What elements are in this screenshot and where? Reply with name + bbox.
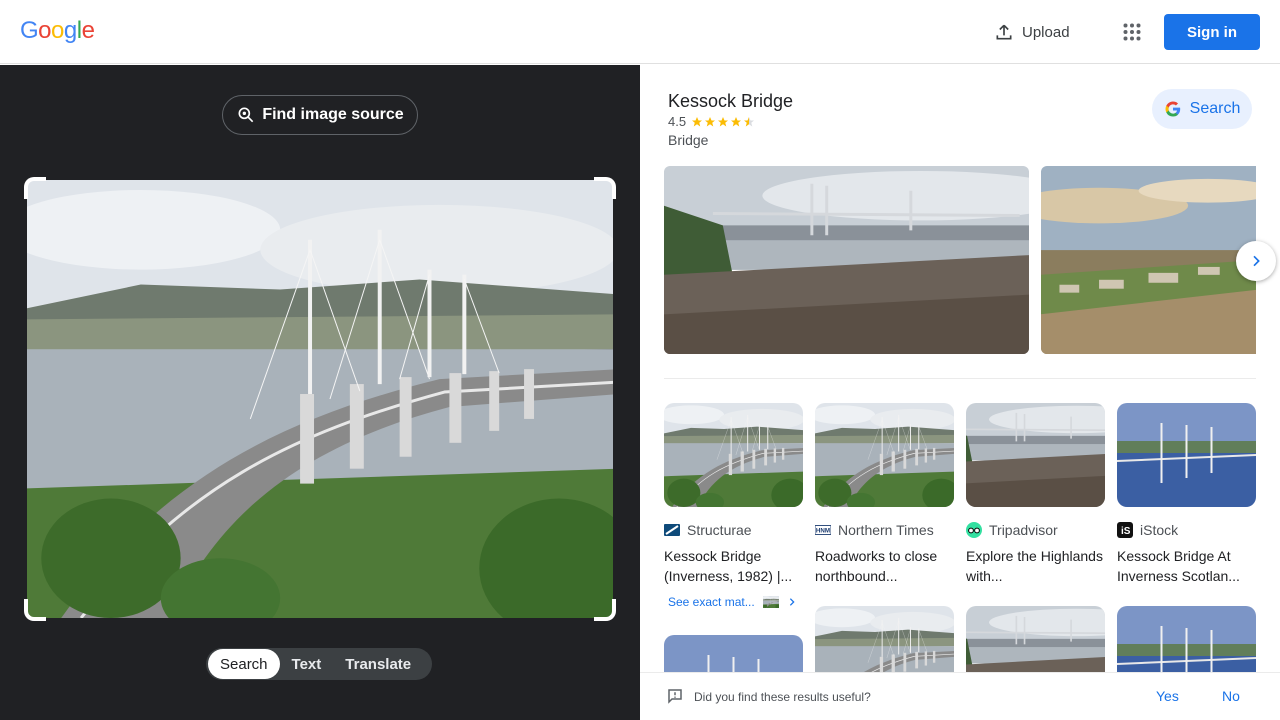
star-icon: [705, 116, 716, 126]
northern-times-icon: HNM: [815, 522, 831, 538]
logo-letter: e: [81, 17, 95, 44]
sign-in-button[interactable]: Sign in: [1164, 14, 1260, 50]
result-source-name: Tripadvisor: [989, 522, 1058, 538]
result-thumbnail[interactable]: [1117, 606, 1256, 672]
visual-match-result[interactable]: Tripadvisor Explore the Highlands with..…: [966, 403, 1105, 586]
result-title: Kessock Bridge At Inverness Scotlan...: [1117, 548, 1240, 584]
crop-handle-bottom-left[interactable]: [24, 599, 46, 621]
logo-letter: o: [51, 17, 64, 44]
section-divider: [664, 378, 1256, 379]
find-image-source-label: Find image source: [262, 106, 404, 123]
istock-icon: iS: [1117, 522, 1133, 538]
find-image-source-button[interactable]: Find image source: [222, 95, 418, 135]
logo-letter: g: [63, 17, 77, 44]
result-source-name: Northern Times: [838, 522, 934, 538]
result-source: Structurae: [664, 522, 803, 538]
structurae-icon: [664, 522, 680, 538]
google-apps-button[interactable]: [1112, 12, 1152, 52]
google-g-icon: [1165, 101, 1180, 117]
result-thumbnail[interactable]: [966, 606, 1105, 672]
entity-rating: 4.5: [668, 114, 755, 129]
tripadvisor-icon: [966, 522, 982, 538]
rating-value: 4.5: [668, 114, 687, 129]
lens-search-icon: [238, 107, 254, 123]
result-source: HNM Northern Times: [815, 522, 954, 538]
result-title: Roadworks to close northbound...: [815, 548, 938, 584]
visual-match-result[interactable]: Structurae Kessock Bridge (Inverness, 19…: [664, 403, 803, 586]
entity-title[interactable]: Kessock Bridge: [668, 91, 793, 112]
entity-search-button[interactable]: Search: [1152, 89, 1252, 129]
chevron-right-icon: [789, 598, 795, 606]
tab-search[interactable]: Search: [208, 649, 280, 679]
feedback-icon: [668, 689, 682, 704]
tab-translate[interactable]: Translate: [333, 649, 423, 679]
next-images-button[interactable]: [1236, 241, 1276, 281]
svg-text:iS: iS: [1121, 526, 1131, 537]
google-logo[interactable]: Google: [20, 17, 95, 45]
result-title: Explore the Highlands with...: [966, 548, 1103, 584]
crop-handle-bottom-right[interactable]: [594, 599, 616, 621]
results-pane: Kessock Bridge 4.5 Bridge Search Structu…: [640, 65, 1280, 720]
result-source: Tripadvisor: [966, 522, 1105, 538]
crop-handle-top-right[interactable]: [594, 177, 616, 199]
feedback-no-button[interactable]: No: [1222, 688, 1240, 704]
crop-handle-top-left[interactable]: [24, 177, 46, 199]
result-thumbnail[interactable]: [815, 606, 954, 672]
feedback-bar: Did you find these results useful? Yes N…: [640, 672, 1280, 720]
exact-match-thumbnail-icon: [762, 596, 779, 608]
result-thumbnail: [1117, 403, 1256, 507]
logo-letter: o: [38, 17, 52, 44]
half-star-icon: [744, 116, 755, 126]
upload-icon: [996, 24, 1012, 40]
result-thumbnail[interactable]: [664, 635, 803, 672]
result-title: Kessock Bridge (Inverness, 1982) |...: [664, 548, 793, 584]
upload-button[interactable]: Upload: [984, 12, 1074, 52]
star-icon: [718, 116, 729, 126]
entity-image[interactable]: [1041, 166, 1256, 354]
entity-search-label: Search: [1189, 100, 1241, 117]
see-exact-matches-label: See exact mat...: [668, 595, 755, 609]
mode-tabs: Search Text Translate: [206, 648, 432, 680]
top-header: Google Upload Sign in: [0, 0, 1280, 64]
chevron-right-icon: [1253, 255, 1260, 267]
rating-stars: [691, 116, 755, 128]
apps-grid-icon: [1123, 23, 1141, 41]
result-source-name: iStock: [1140, 522, 1179, 538]
visual-match-result[interactable]: HNM Northern Times Roadworks to close no…: [815, 403, 954, 586]
entity-image[interactable]: [664, 166, 1029, 354]
query-image[interactable]: [27, 180, 613, 618]
query-image-pane: Find image source Search Text Translate: [0, 65, 640, 720]
logo-letter: G: [20, 17, 39, 44]
svg-text:HNM: HNM: [816, 528, 830, 535]
result-thumbnail: [815, 403, 954, 507]
star-icon: [692, 116, 703, 126]
tab-text[interactable]: Text: [280, 649, 334, 679]
see-exact-matches-link[interactable]: See exact mat...: [668, 595, 797, 609]
visual-match-result[interactable]: iS iStock Kessock Bridge At Inverness Sc…: [1117, 403, 1256, 586]
feedback-yes-button[interactable]: Yes: [1156, 688, 1179, 704]
result-source-name: Structurae: [687, 522, 752, 538]
feedback-question: Did you find these results useful?: [694, 690, 871, 704]
result-thumbnail: [966, 403, 1105, 507]
upload-label: Upload: [1022, 23, 1070, 41]
star-icon: [731, 116, 742, 126]
result-source: iS iStock: [1117, 522, 1256, 538]
entity-type: Bridge: [668, 132, 709, 148]
result-thumbnail: [664, 403, 803, 507]
